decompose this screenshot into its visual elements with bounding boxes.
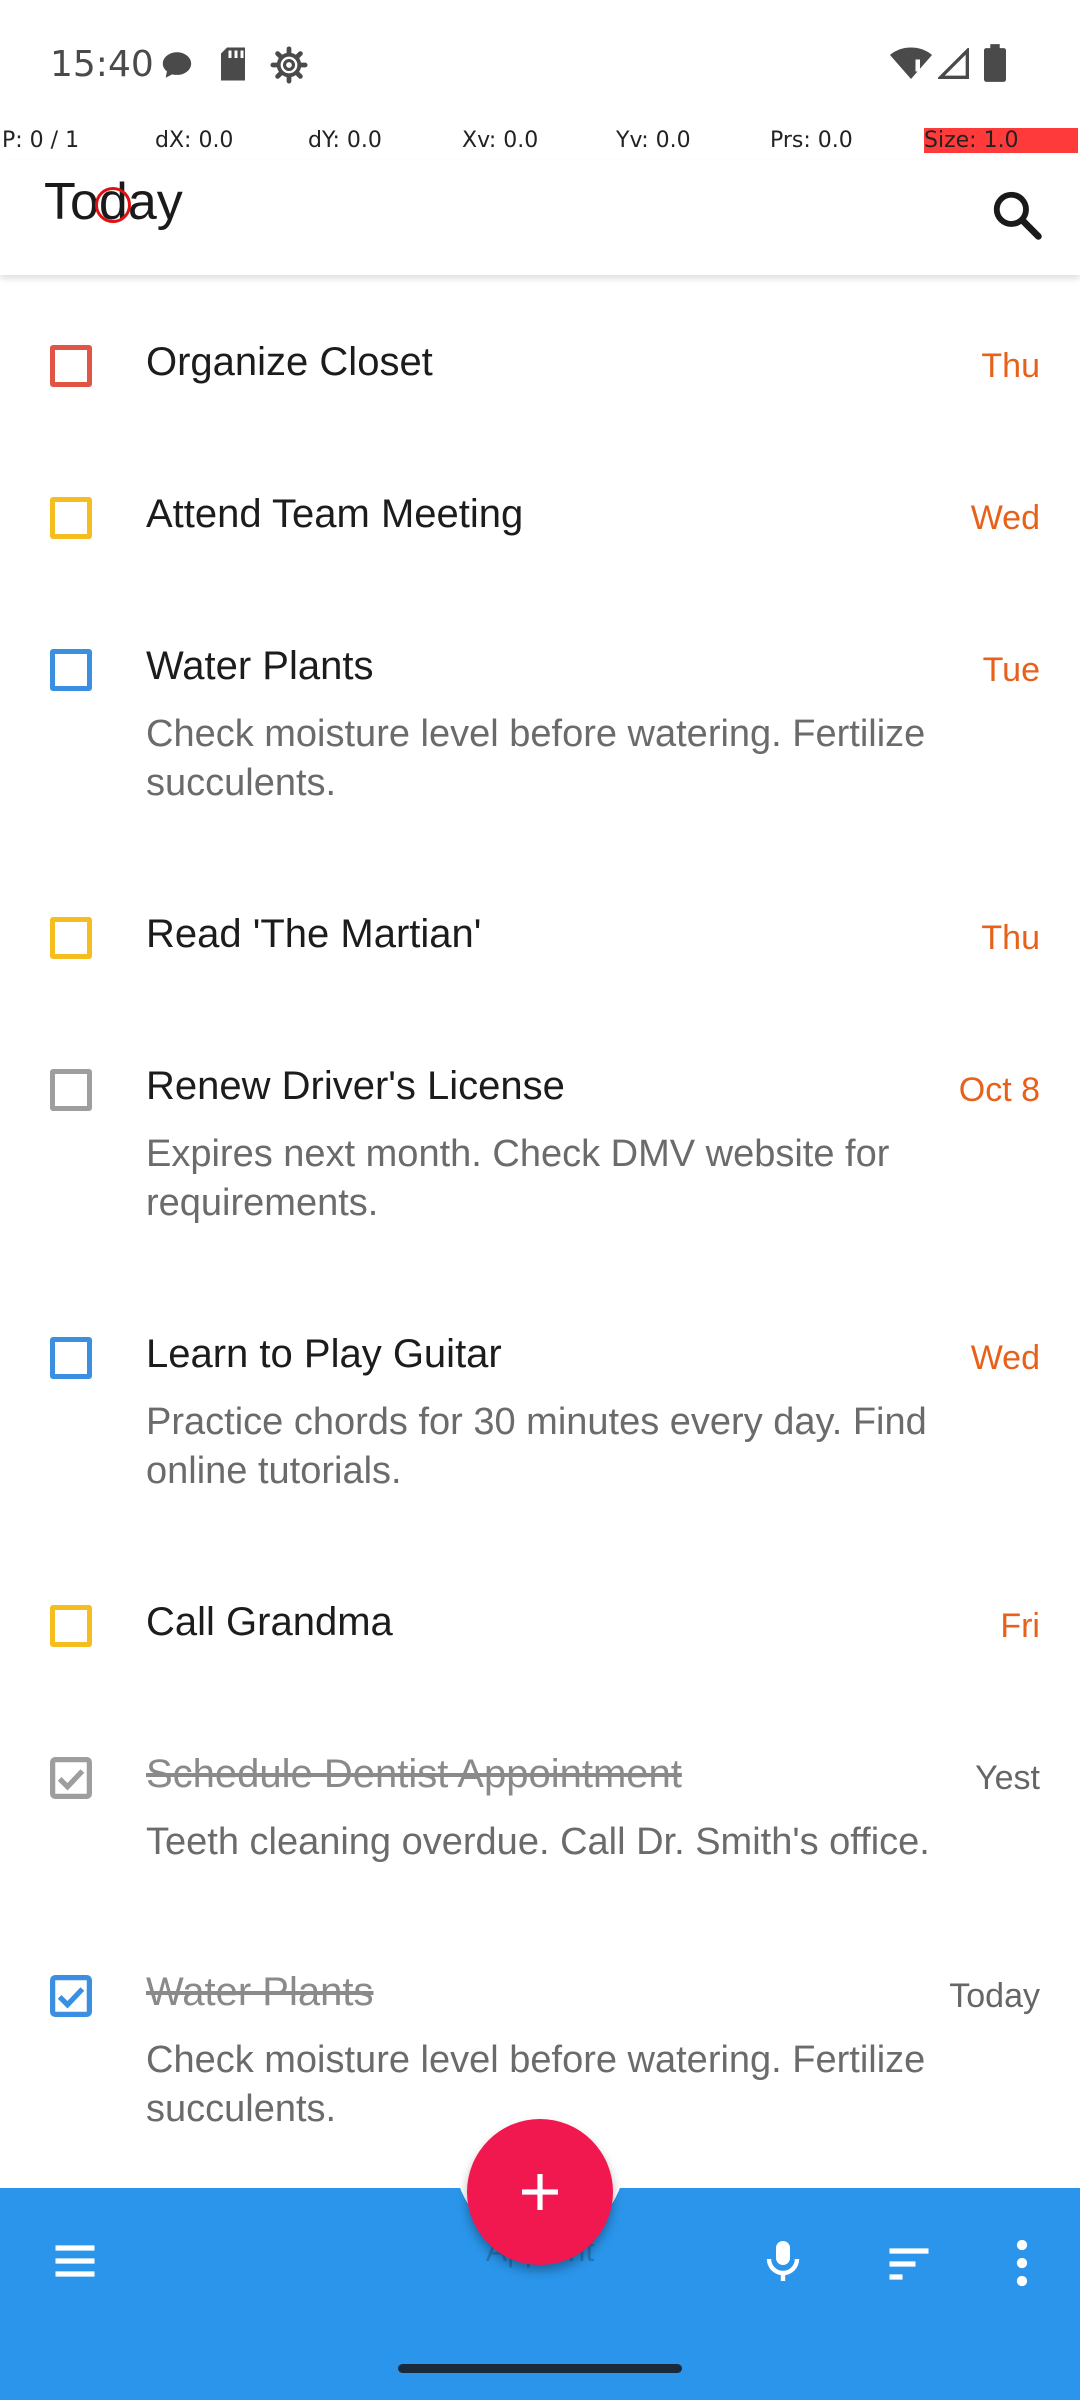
top-app-bar: Today xyxy=(0,160,1080,275)
task-row[interactable]: Learn to Play Guitar Wed Practice chords… xyxy=(0,1287,1080,1537)
task-due-date: Thu xyxy=(981,919,1040,957)
task-title: Learn to Play Guitar xyxy=(146,1332,502,1376)
task-row[interactable]: Organize Closet Thu xyxy=(0,295,1080,429)
debug-prs: Prs: 0.0 xyxy=(770,128,853,153)
task-row[interactable]: Water Plants Tue Check moisture level be… xyxy=(0,599,1080,849)
task-row[interactable]: Read 'The Martian' Thu xyxy=(0,867,1080,1001)
debug-xv: Xv: 0.0 xyxy=(462,128,539,153)
voice-input-button[interactable] xyxy=(735,2213,831,2309)
task-checkbox[interactable] xyxy=(50,1605,92,1647)
checkbox-checked-icon xyxy=(50,1975,92,2017)
task-checkbox[interactable] xyxy=(50,1337,92,1379)
pointer-location-overlay: P: 0 / 1 dX: 0.0 dY: 0.0 Xv: 0.0 Yv: 0.0… xyxy=(0,128,1080,160)
task-note: Teeth cleaning overdue. Call Dr. Smith's… xyxy=(146,1821,930,1863)
debug-yv: Yv: 0.0 xyxy=(616,128,691,153)
search-icon xyxy=(993,191,1042,240)
task-row[interactable]: Call Grandma Fri xyxy=(0,1555,1080,1689)
task-due-date: Wed xyxy=(970,499,1040,537)
plus-icon xyxy=(522,2174,558,2210)
task-title: Renew Driver's License xyxy=(146,1064,565,1108)
task-row[interactable]: Schedule Dentist Appointment Yest Teeth … xyxy=(0,1707,1080,1907)
microphone-icon xyxy=(766,2241,800,2281)
task-due-date: Tue xyxy=(982,651,1040,689)
task-checkbox[interactable] xyxy=(50,497,92,539)
debug-dy: dY: 0.0 xyxy=(308,128,382,153)
cell-signal-icon xyxy=(938,48,969,79)
task-note: Check moisture level before watering. Fe… xyxy=(146,713,926,804)
battery-icon xyxy=(984,44,1006,82)
more-vertical-icon xyxy=(1016,2239,1028,2287)
task-title: Call Grandma xyxy=(146,1600,393,1644)
task-due-date: Yest xyxy=(975,1759,1040,1797)
checkbox-checked-icon xyxy=(50,1757,92,1799)
menu-button[interactable] xyxy=(30,2216,120,2306)
status-time: 15:40 xyxy=(50,44,154,85)
touch-indicator xyxy=(95,187,131,223)
debug-size: Size: 1.0 xyxy=(924,128,1078,153)
search-button[interactable] xyxy=(972,170,1062,260)
sd-card-icon xyxy=(221,47,245,81)
task-title: Organize Closet xyxy=(146,340,433,384)
task-title: Water Plants xyxy=(146,1970,374,2014)
wifi-alert-icon xyxy=(890,47,932,79)
task-title: Water Plants xyxy=(146,644,374,688)
task-due-date: Today xyxy=(949,1977,1040,2015)
task-due-date: Thu xyxy=(981,347,1040,385)
task-due-date: Wed xyxy=(970,1339,1040,1377)
task-checkbox[interactable] xyxy=(50,345,92,387)
sort-button[interactable] xyxy=(863,2218,955,2310)
task-title: Read 'The Martian' xyxy=(146,912,482,956)
add-task-button[interactable] xyxy=(467,2119,613,2265)
task-row[interactable]: Renew Driver's License Oct 8 Expires nex… xyxy=(0,1019,1080,1269)
task-title: Attend Team Meeting xyxy=(146,492,524,536)
task-note: Expires next month. Check DMV website fo… xyxy=(146,1133,890,1224)
task-due-date: Fri xyxy=(1000,1607,1040,1645)
task-checkbox-checked[interactable] xyxy=(50,1975,92,2017)
more-options-button[interactable] xyxy=(980,2215,1064,2311)
menu-icon xyxy=(55,2245,95,2277)
status-bar: 15:40 xyxy=(0,0,1080,130)
task-due-date: Oct 8 xyxy=(958,1071,1040,1109)
task-checkbox-checked[interactable] xyxy=(50,1757,92,1799)
task-checkbox[interactable] xyxy=(50,917,92,959)
debug-pointer: P: 0 / 1 xyxy=(2,128,80,153)
sort-icon xyxy=(889,2248,929,2280)
task-checkbox[interactable] xyxy=(50,649,92,691)
task-note: Check moisture level before watering. Fe… xyxy=(146,2039,926,2130)
task-title: Schedule Dentist Appointment xyxy=(146,1752,682,1796)
task-list[interactable]: Organize Closet Thu Attend Team Meeting … xyxy=(0,275,1080,2195)
chat-bubble-icon xyxy=(162,52,192,78)
task-note: Practice chords for 30 minutes every day… xyxy=(146,1401,927,1492)
task-row[interactable]: Attend Team Meeting Wed xyxy=(0,447,1080,581)
debug-dx: dX: 0.0 xyxy=(155,128,234,153)
task-checkbox[interactable] xyxy=(50,1069,92,1111)
home-indicator[interactable] xyxy=(398,2364,682,2373)
settings-gear-icon xyxy=(270,46,308,84)
